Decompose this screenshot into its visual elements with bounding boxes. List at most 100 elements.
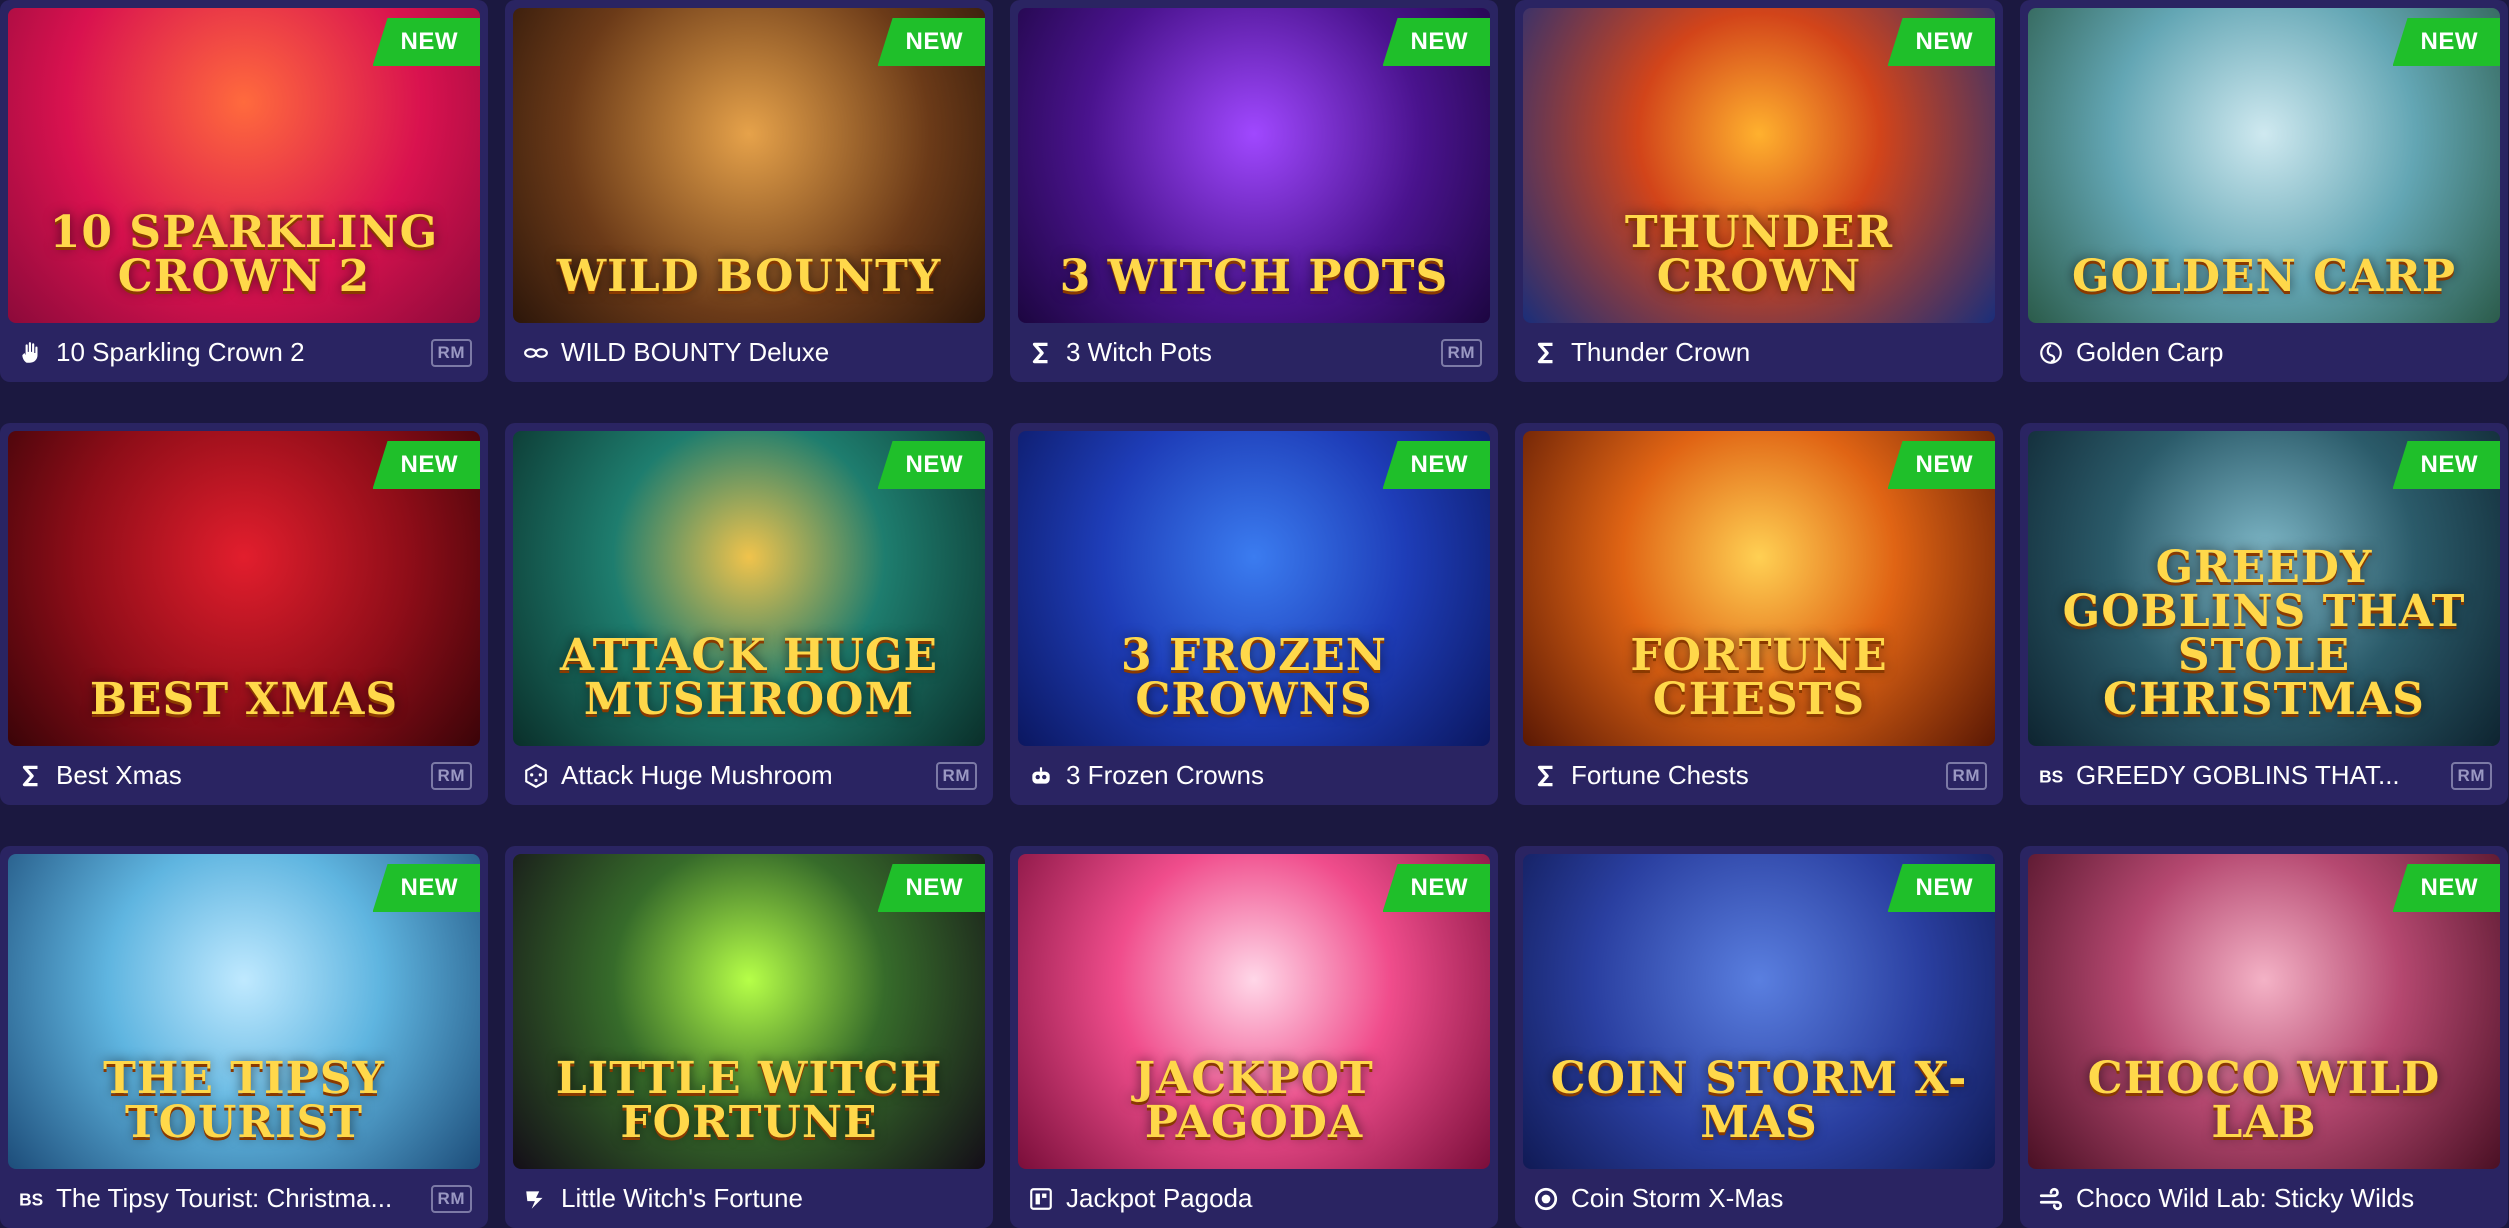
wind-icon <box>2038 1186 2064 1212</box>
game-art-title: Little Witch Fortune <box>555 1053 943 1148</box>
new-badge: NEW <box>877 18 985 66</box>
game-name[interactable]: The Tipsy Tourist: Christma... <box>56 1183 421 1214</box>
game-name[interactable]: WILD BOUNTY Deluxe <box>561 337 977 368</box>
game-grid: 10 SPARKLING CROWN 2 NEW 10 Sparkling Crow… <box>0 0 2509 1228</box>
game-card[interactable]: CHOCO WILD LAB NEW Choco Wild Lab: Sticky … <box>2020 846 2508 1228</box>
game-info-bar: 10 Sparkling Crown 2 RM <box>0 323 488 382</box>
game-thumbnail[interactable]: THUNDER CROWN NEW <box>1523 8 1995 323</box>
game-name[interactable]: Choco Wild Lab: Sticky Wilds <box>2076 1183 2492 1214</box>
game-thumbnail[interactable]: WILD BOUNTY NEW <box>513 8 985 323</box>
game-art-title: WILD BOUNTY <box>556 251 942 302</box>
game-card[interactable]: WILD BOUNTY NEW WILD BOUNTY Deluxe <box>505 0 993 382</box>
chain-icon <box>523 340 549 366</box>
game-name[interactable]: Little Witch's Fortune <box>561 1183 977 1214</box>
game-info-bar: Choco Wild Lab: Sticky Wilds <box>2020 1169 2508 1228</box>
rm-badge: RM <box>430 1184 472 1213</box>
game-name[interactable]: Best Xmas <box>56 760 421 791</box>
game-thumbnail[interactable]: 3 FROZEN CROWNS NEW <box>1018 431 1490 746</box>
game-name[interactable]: 3 Frozen Crowns <box>1066 760 1482 791</box>
game-name[interactable]: Jackpot Pagoda <box>1066 1183 1482 1214</box>
game-thumbnail[interactable]: 3 WITCH POTS NEW <box>1018 8 1490 323</box>
sigma-icon <box>1533 763 1559 789</box>
game-info-bar: Best Xmas RM <box>0 746 488 805</box>
game-art-title: Best Xmas <box>89 674 399 725</box>
game-card[interactable]: 3 WITCH POTS NEW 3 Witch Pots RM <box>1010 0 1498 382</box>
game-name[interactable]: Thunder Crown <box>1571 337 1987 368</box>
sigma-icon <box>1533 340 1559 366</box>
game-card[interactable]: Greedy Goblins That Stole Christmas NEW BS… <box>2020 423 2508 805</box>
game-info-bar: Fortune Chests RM <box>1515 746 2003 805</box>
game-art-title: COIN STORM X-MAS <box>1550 1053 1968 1148</box>
new-badge: NEW <box>2392 441 2500 489</box>
bolt-icon <box>523 1186 549 1212</box>
new-badge: NEW <box>2392 864 2500 912</box>
game-thumbnail[interactable]: The Tipsy Tourist NEW <box>8 854 480 1169</box>
game-card[interactable]: 3 FROZEN CROWNS NEW 3 Frozen Crowns <box>1010 423 1498 805</box>
game-thumbnail[interactable]: Golden Carp NEW <box>2028 8 2500 323</box>
game-thumbnail[interactable]: JACKPOT PAGODA NEW <box>1018 854 1490 1169</box>
game-thumbnail[interactable]: ATTACK HUGE MUSHROOM NEW <box>513 431 985 746</box>
game-art-title: Golden Carp <box>2072 251 2456 302</box>
game-thumbnail[interactable]: Little Witch Fortune NEW <box>513 854 985 1169</box>
rm-badge: RM <box>1440 338 1482 367</box>
bs-icon: BS <box>18 1186 44 1212</box>
game-thumbnail[interactable]: FORTUNE CHESTS NEW <box>1523 431 1995 746</box>
game-thumbnail[interactable]: Greedy Goblins That Stole Christmas NEW <box>2028 431 2500 746</box>
new-badge: NEW <box>1887 18 1995 66</box>
game-info-bar: Jackpot Pagoda <box>1010 1169 1498 1228</box>
game-thumbnail[interactable]: Best Xmas NEW <box>8 431 480 746</box>
rm-badge: RM <box>935 761 977 790</box>
rm-badge: RM <box>1945 761 1987 790</box>
new-badge: NEW <box>1382 18 1490 66</box>
game-card[interactable]: Golden Carp NEW Golden Carp <box>2020 0 2508 382</box>
svg-text:BS: BS <box>2039 766 2063 786</box>
game-thumbnail[interactable]: 10 SPARKLING CROWN 2 NEW <box>8 8 480 323</box>
new-badge: NEW <box>877 441 985 489</box>
game-art-title: CHOCO WILD LAB <box>2087 1053 2441 1148</box>
rm-badge: RM <box>2450 761 2492 790</box>
new-badge: NEW <box>372 18 480 66</box>
game-card[interactable]: THUNDER CROWN NEW Thunder Crown <box>1515 0 2003 382</box>
game-name[interactable]: GREEDY GOBLINS THAT... <box>2076 760 2441 791</box>
svg-text:BS: BS <box>19 1189 43 1209</box>
new-badge: NEW <box>1382 864 1490 912</box>
game-info-bar: BS GREEDY GOBLINS THAT... RM <box>2020 746 2508 805</box>
game-info-bar: Coin Storm X-Mas <box>1515 1169 2003 1228</box>
game-name[interactable]: 10 Sparkling Crown 2 <box>56 337 421 368</box>
game-art-title: ATTACK HUGE MUSHROOM <box>559 630 939 725</box>
game-card[interactable]: The Tipsy Tourist NEW BS The Tipsy Tourist:… <box>0 846 488 1228</box>
game-name[interactable]: 3 Witch Pots <box>1066 337 1431 368</box>
hand-icon <box>18 340 44 366</box>
game-card[interactable]: ATTACK HUGE MUSHROOM NEW Attack Huge Mushr… <box>505 423 993 805</box>
game-name[interactable]: Fortune Chests <box>1571 760 1936 791</box>
game-info-bar: BS The Tipsy Tourist: Christma... RM <box>0 1169 488 1228</box>
game-info-bar: WILD BOUNTY Deluxe <box>505 323 993 382</box>
swirl-icon <box>2038 340 2064 366</box>
game-thumbnail[interactable]: COIN STORM X-MAS NEW <box>1523 854 1995 1169</box>
game-info-bar: 3 Witch Pots RM <box>1010 323 1498 382</box>
game-card[interactable]: JACKPOT PAGODA NEW Jackpot Pagoda <box>1010 846 1498 1228</box>
new-badge: NEW <box>372 864 480 912</box>
game-card[interactable]: FORTUNE CHESTS NEW Fortune Chests RM <box>1515 423 2003 805</box>
game-art-title: 3 WITCH POTS <box>1059 251 1449 302</box>
game-name[interactable]: Coin Storm X-Mas <box>1571 1183 1987 1214</box>
game-art-title: Greedy Goblins That Stole Christmas <box>2062 542 2466 725</box>
new-badge: NEW <box>372 441 480 489</box>
new-badge: NEW <box>1887 864 1995 912</box>
dice-icon <box>523 763 549 789</box>
game-thumbnail[interactable]: CHOCO WILD LAB NEW <box>2028 854 2500 1169</box>
game-name[interactable]: Attack Huge Mushroom <box>561 760 926 791</box>
new-badge: NEW <box>877 864 985 912</box>
game-card[interactable]: COIN STORM X-MAS NEW Coin Storm X-Mas <box>1515 846 2003 1228</box>
game-art-title: JACKPOT PAGODA <box>1134 1053 1374 1148</box>
new-badge: NEW <box>1887 441 1995 489</box>
game-card[interactable]: Little Witch Fortune NEW Little Witch's Fo… <box>505 846 993 1228</box>
rm-badge: RM <box>430 338 472 367</box>
game-name[interactable]: Golden Carp <box>2076 337 2492 368</box>
game-info-bar: 3 Frozen Crowns <box>1010 746 1498 805</box>
game-card[interactable]: Best Xmas NEW Best Xmas RM <box>0 423 488 805</box>
game-art-title: THUNDER CROWN <box>1624 207 1894 302</box>
robot-icon <box>1028 763 1054 789</box>
game-info-bar: Golden Carp <box>2020 323 2508 382</box>
game-card[interactable]: 10 SPARKLING CROWN 2 NEW 10 Sparkling Crow… <box>0 0 488 382</box>
